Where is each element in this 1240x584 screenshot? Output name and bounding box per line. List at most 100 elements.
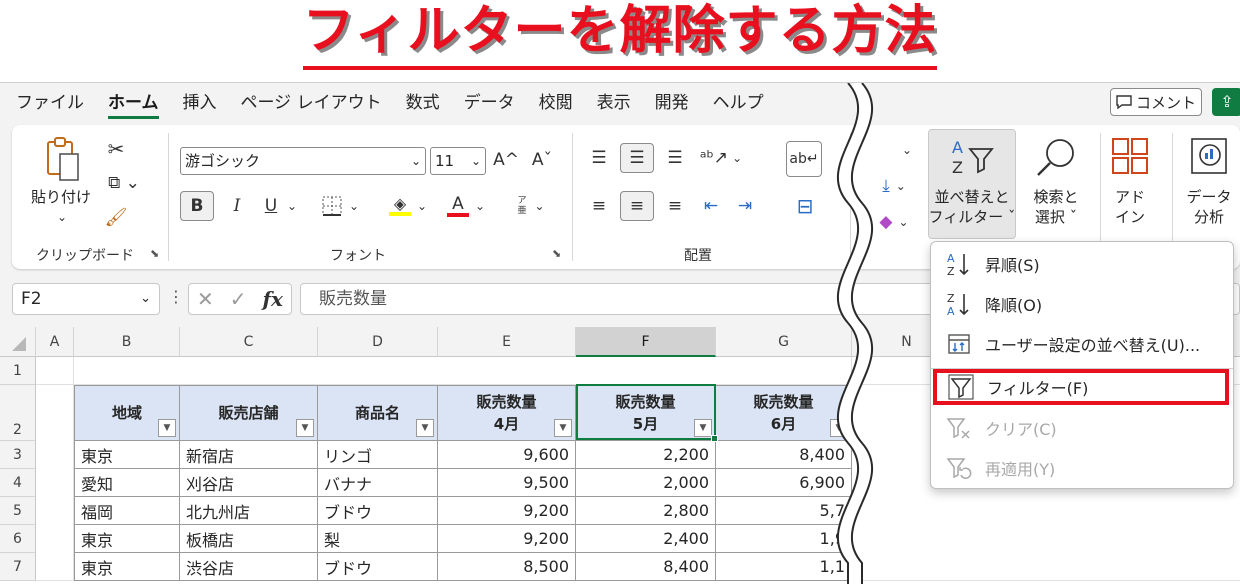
menu-item-sort-ascending[interactable]: AZ 昇順(S) [931, 244, 1233, 284]
paste-label[interactable]: 貼り付け [30, 187, 92, 207]
header-cell-product[interactable]: 商品名 ▼ [318, 385, 438, 441]
table-cell[interactable]: 2,000 [576, 469, 716, 497]
header-cell-apr[interactable]: 販売数量 4月 ▼ [438, 385, 576, 441]
filter-dropdown-icon[interactable]: ▼ [296, 419, 314, 437]
insert-function-icon[interactable]: fx [262, 287, 283, 311]
filter-dropdown-icon[interactable]: ▼ [694, 419, 712, 437]
grow-font-button[interactable]: A^ [492, 145, 520, 175]
table-cell[interactable]: 東京 [74, 441, 180, 469]
column-header-c[interactable]: C [180, 327, 318, 357]
menu-item-filter[interactable]: フィルター(F) [933, 369, 1229, 405]
shrink-font-button[interactable]: Aˇ [528, 145, 556, 175]
autosum-chevron-icon[interactable]: ⌄ [896, 135, 918, 165]
tab-help[interactable]: ヘルプ [701, 83, 776, 123]
menu-item-custom-sort[interactable]: ユーザー設定の並べ替え(U)... [931, 324, 1233, 364]
share-button[interactable]: ⇪ [1212, 88, 1240, 116]
table-cell[interactable]: 東京 [74, 553, 180, 581]
paste-dropdown-chevron-icon[interactable]: ⌄ [52, 209, 72, 225]
tab-home[interactable]: ホーム [96, 83, 171, 123]
select-all-corner[interactable] [0, 327, 36, 357]
column-header-e[interactable]: E [438, 327, 576, 357]
column-header-d[interactable]: D [318, 327, 438, 357]
menu-item-clear[interactable]: クリア(C) [931, 408, 1233, 448]
table-cell[interactable]: 9,600 [438, 441, 576, 469]
tab-data[interactable]: データ [452, 83, 527, 123]
cell[interactable] [36, 357, 74, 385]
paste-icon[interactable] [42, 135, 82, 185]
align-center-button[interactable]: ≡ [620, 191, 654, 221]
row-header-4[interactable]: 4 [0, 469, 36, 497]
tab-page-layout[interactable]: ページ レイアウト [229, 83, 394, 123]
align-middle-button[interactable]: ☰ [620, 143, 654, 173]
table-cell[interactable]: 新宿店 [180, 441, 318, 469]
row-header-5[interactable]: 5 [0, 497, 36, 525]
table-cell[interactable]: 2,400 [576, 525, 716, 553]
font-color-button[interactable]: A ⌄ [442, 191, 490, 221]
table-cell[interactable]: 9,500 [438, 469, 576, 497]
table-cell[interactable]: ブドウ [318, 497, 438, 525]
magnifier-icon[interactable] [1032, 133, 1080, 181]
align-right-button[interactable]: ≡ [662, 191, 688, 221]
row-header-3[interactable]: 3 [0, 441, 36, 469]
table-cell[interactable]: 福岡 [74, 497, 180, 525]
header-cell-region[interactable]: 地域 ▼ [74, 385, 180, 441]
cell[interactable] [74, 357, 852, 385]
find-select-label[interactable]: 検索と 選択 ˇ [1018, 187, 1094, 227]
more-options-icon[interactable]: ⋮ [168, 287, 184, 306]
italic-button[interactable]: I [224, 191, 250, 221]
borders-button[interactable]: ⌄ [310, 191, 370, 221]
format-painter-icon[interactable]: 🖌 [104, 205, 128, 229]
phonetic-button[interactable]: ア亜 ⌄ [506, 191, 556, 221]
tab-review[interactable]: 校閲 [527, 83, 585, 123]
table-cell[interactable]: ブドウ [318, 553, 438, 581]
header-cell-store[interactable]: 販売店舗 ▼ [180, 385, 318, 441]
clipboard-launcher-icon[interactable]: ⬊ [150, 247, 159, 260]
row-header-2[interactable]: 2 [0, 385, 36, 441]
align-top-button[interactable]: ☰ [586, 143, 612, 173]
filter-dropdown-icon[interactable]: ▼ [554, 419, 572, 437]
table-cell[interactable]: 梨 [318, 525, 438, 553]
tab-view[interactable]: 表示 [585, 83, 643, 123]
row-header-1[interactable]: 1 [0, 357, 36, 385]
filter-dropdown-icon[interactable]: ▼ [158, 419, 176, 437]
table-cell[interactable]: 東京 [74, 525, 180, 553]
table-cell[interactable]: リンゴ [318, 441, 438, 469]
align-bottom-button[interactable]: ☰ [662, 143, 688, 173]
cell[interactable] [36, 385, 74, 581]
comment-button[interactable]: コメント [1110, 88, 1202, 116]
underline-button[interactable]: U [258, 191, 284, 221]
tab-formulas[interactable]: 数式 [394, 83, 452, 123]
table-cell[interactable]: 8,500 [438, 553, 576, 581]
column-header-b[interactable]: B [74, 327, 180, 357]
bold-button[interactable]: B [180, 191, 214, 221]
tab-developer[interactable]: 開発 [643, 83, 701, 123]
table-cell[interactable]: 刈谷店 [180, 469, 318, 497]
table-cell[interactable]: バナナ [318, 469, 438, 497]
filter-dropdown-icon[interactable]: ▼ [416, 419, 434, 437]
table-cell[interactable]: 9,200 [438, 525, 576, 553]
check-icon[interactable]: ✓ [230, 287, 247, 311]
font-name-select[interactable]: 游ゴシック ⌄ [180, 147, 426, 175]
data-analysis-icon[interactable] [1188, 133, 1232, 181]
decrease-indent-button[interactable]: ⇤ [698, 191, 724, 221]
copy-icon[interactable]: ⧉ ⌄ [102, 171, 146, 195]
name-box[interactable]: F2 ⌄ [12, 283, 160, 315]
menu-item-sort-descending[interactable]: ZA 降順(O) [931, 284, 1233, 324]
underline-dropdown-chevron-icon[interactable]: ⌄ [284, 191, 300, 221]
table-cell[interactable]: 2,800 [576, 497, 716, 525]
data-analysis-label[interactable]: データ 分析 [1178, 187, 1240, 227]
column-header-a[interactable]: A [36, 327, 74, 357]
table-cell[interactable]: 愛知 [74, 469, 180, 497]
table-cell[interactable]: 2,200 [576, 441, 716, 469]
addins-icon[interactable] [1110, 133, 1150, 181]
row-header-6[interactable]: 6 [0, 525, 36, 553]
table-cell[interactable]: 8,400 [576, 553, 716, 581]
fill-color-button[interactable]: ◈ ⌄ [384, 191, 432, 221]
menu-item-reapply[interactable]: 再適用(Y) [931, 448, 1233, 488]
column-header-f[interactable]: F [576, 327, 716, 357]
table-cell[interactable]: 板橋店 [180, 525, 318, 553]
font-size-select[interactable]: 11 ⌄ [430, 147, 486, 175]
align-left-button[interactable]: ≡ [586, 191, 612, 221]
wrap-text-button[interactable]: ab↵ [786, 141, 822, 177]
table-cell[interactable]: 9,200 [438, 497, 576, 525]
